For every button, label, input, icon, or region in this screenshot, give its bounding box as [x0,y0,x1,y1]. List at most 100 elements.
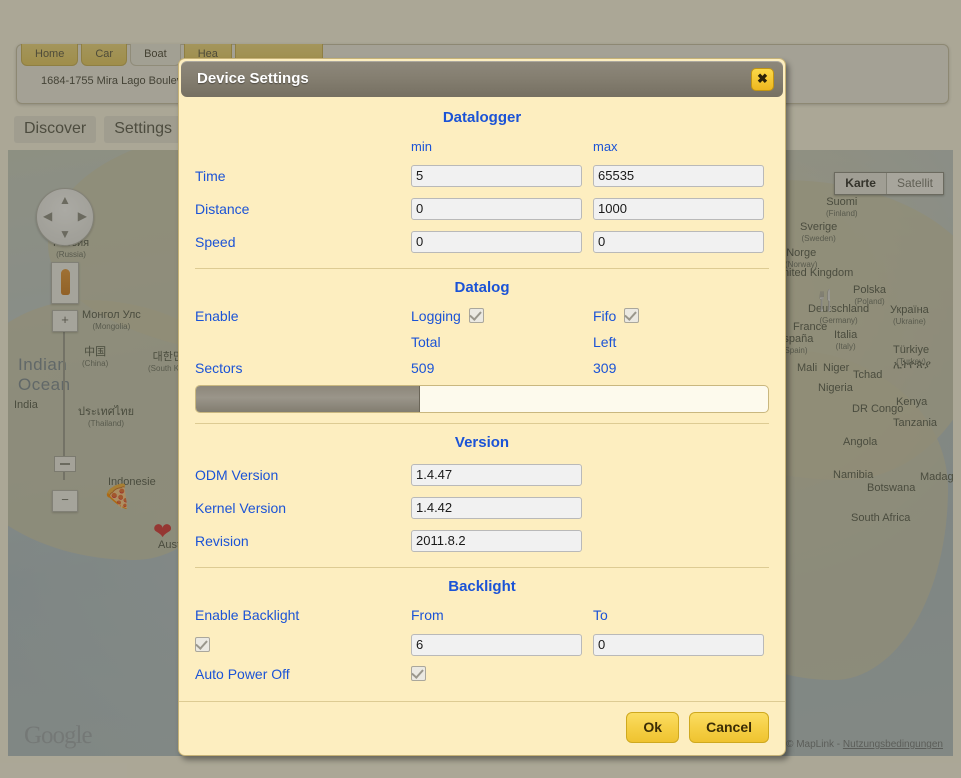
sectors-left-value: 309 [593,360,617,376]
sector-usage-progress-fill [196,386,421,412]
map-label: Angola [843,436,878,448]
tab-home[interactable]: Home [21,44,79,66]
section-title-backlight: Backlight [448,578,516,595]
logging-checkbox[interactable] [468,308,484,323]
header-min: min [411,138,432,154]
map-label: United Kingdom [775,267,854,279]
datalogger-max-cell[interactable] [593,230,775,253]
time-max-input[interactable] [593,164,764,187]
pan-up-icon[interactable]: ▲ [59,194,71,206]
google-logo: Google [24,722,93,749]
datalog-enable-row: Enable Logging Fifo [195,303,769,329]
speed-max-input[interactable] [593,230,764,253]
map-label: Tchad [853,369,883,381]
section-version: Version ODM Version Kernel Version Revisio… [195,423,769,567]
map-type-control[interactable]: Karte Satellit [834,172,944,195]
version-value-cell[interactable] [411,496,593,519]
odm-version-input[interactable] [411,463,582,486]
dialog-body: Datalogger min max Time Distance Speed Dat… [179,97,785,701]
terms-of-use-link[interactable]: Nutzungsbedingungen [843,739,943,750]
version-row: Revision [195,524,769,557]
pan-left-icon[interactable]: ◀ [43,210,52,222]
enable-backlight-field[interactable] [195,636,411,653]
datalogger-min-cell[interactable] [411,197,593,220]
fifo-checkbox[interactable] [624,308,640,323]
datalogger-row-label: Speed [195,233,236,250]
version-row: Kernel Version [195,491,769,524]
map-label: Niger [823,362,850,374]
map-zoom-slider[interactable]: + − [52,310,78,512]
map-pan-control[interactable]: ▲ ▼ ◀ ▶ [36,188,94,246]
map-label: ประเทศไทย (Thailand) [78,406,135,429]
auto-power-off-row: Auto Power Off [195,661,769,687]
map-label: Kenya [896,396,928,408]
revision-input[interactable] [411,529,582,552]
time-min-input[interactable] [411,164,582,187]
close-icon[interactable]: ✖ [751,68,774,91]
datalogger-min-cell[interactable] [411,164,593,187]
tab-car[interactable]: Car [81,44,128,66]
version-row-label: Kernel Version [195,499,287,516]
datalogger-row-label: Time [195,167,226,184]
backlight-values-row [195,628,769,661]
map-label: Mali [797,362,818,374]
map-marker-icon[interactable]: 🍕 [103,485,132,508]
from-field[interactable] [411,633,593,656]
backlight-from-input[interactable] [411,633,582,656]
cancel-button[interactable]: Cancel [689,712,769,743]
auto-power-off-field[interactable] [411,666,593,682]
distance-min-input[interactable] [411,197,582,220]
pegman-icon [60,269,70,295]
pan-down-icon[interactable]: ▼ [59,228,71,240]
datalogger-row: Distance [195,192,769,225]
dialog-titlebar[interactable]: Device Settings ✖ [181,61,783,97]
version-value-cell[interactable] [411,529,593,552]
to-field[interactable] [593,633,775,656]
map-marker-heart-icon[interactable]: ❤ [153,520,172,543]
dialog-title: Device Settings [197,70,309,87]
device-settings-dialog: Device Settings ✖ Datalogger min max Tim… [178,58,786,756]
map-type-satellit-button[interactable]: Satellit [885,173,943,194]
fifo-field[interactable]: Fifo [593,308,775,324]
map-label: Sverige (Sweden) [800,221,838,244]
backlight-to-input[interactable] [593,633,764,656]
datalogger-max-cell[interactable] [593,164,775,187]
datalogger-min-cell[interactable] [411,230,593,253]
map-label: South Africa [851,512,911,524]
sectors-total-value: 509 [411,360,435,376]
fifo-label: Fifo [593,308,617,324]
map-label: Монгол Улс (Mongolia) [82,309,141,332]
zoom-out-button[interactable]: − [52,490,78,512]
logging-label: Logging [411,308,461,324]
header-max: max [593,138,618,154]
ok-button[interactable]: Ok [626,712,680,743]
backlight-header-row: Enable Backlight From To [195,602,769,628]
toolbar-button-settings[interactable]: Settings [104,116,183,143]
map-label: Botswana [867,482,916,494]
toolbar-button-discover[interactable]: Discover [14,116,97,143]
zoom-slider-knob[interactable] [54,456,76,472]
distance-max-input[interactable] [593,197,764,220]
speed-min-input[interactable] [411,230,582,253]
dialog-footer: Ok Cancel [179,701,785,755]
map-label: Madagas [920,471,953,483]
enable-backlight-checkbox[interactable] [195,636,210,652]
street-view-pegman[interactable] [51,262,79,304]
toolbar[interactable]: Discover Settings [14,116,183,143]
datalogger-row: Speed [195,225,769,258]
tab-boat[interactable]: Boat [130,44,181,66]
kernel-version-input[interactable] [411,496,582,519]
map-label: Nigeria [818,382,853,394]
logging-field[interactable]: Logging [411,308,593,324]
auto-power-off-checkbox[interactable] [411,666,426,681]
zoom-in-button[interactable]: + [52,310,78,332]
map-marker-restaurant-icon[interactable]: 🍴 [813,290,838,313]
sector-usage-progressbar [195,385,769,413]
map-type-karte-button[interactable]: Karte [835,173,886,194]
section-title-datalogger: Datalogger [442,109,522,126]
map-label: Україна (Ukraine) [890,304,929,327]
pan-right-icon[interactable]: ▶ [78,210,87,222]
version-value-cell[interactable] [411,463,593,486]
datalogger-max-cell[interactable] [593,197,775,220]
left-label: Left [593,334,617,350]
